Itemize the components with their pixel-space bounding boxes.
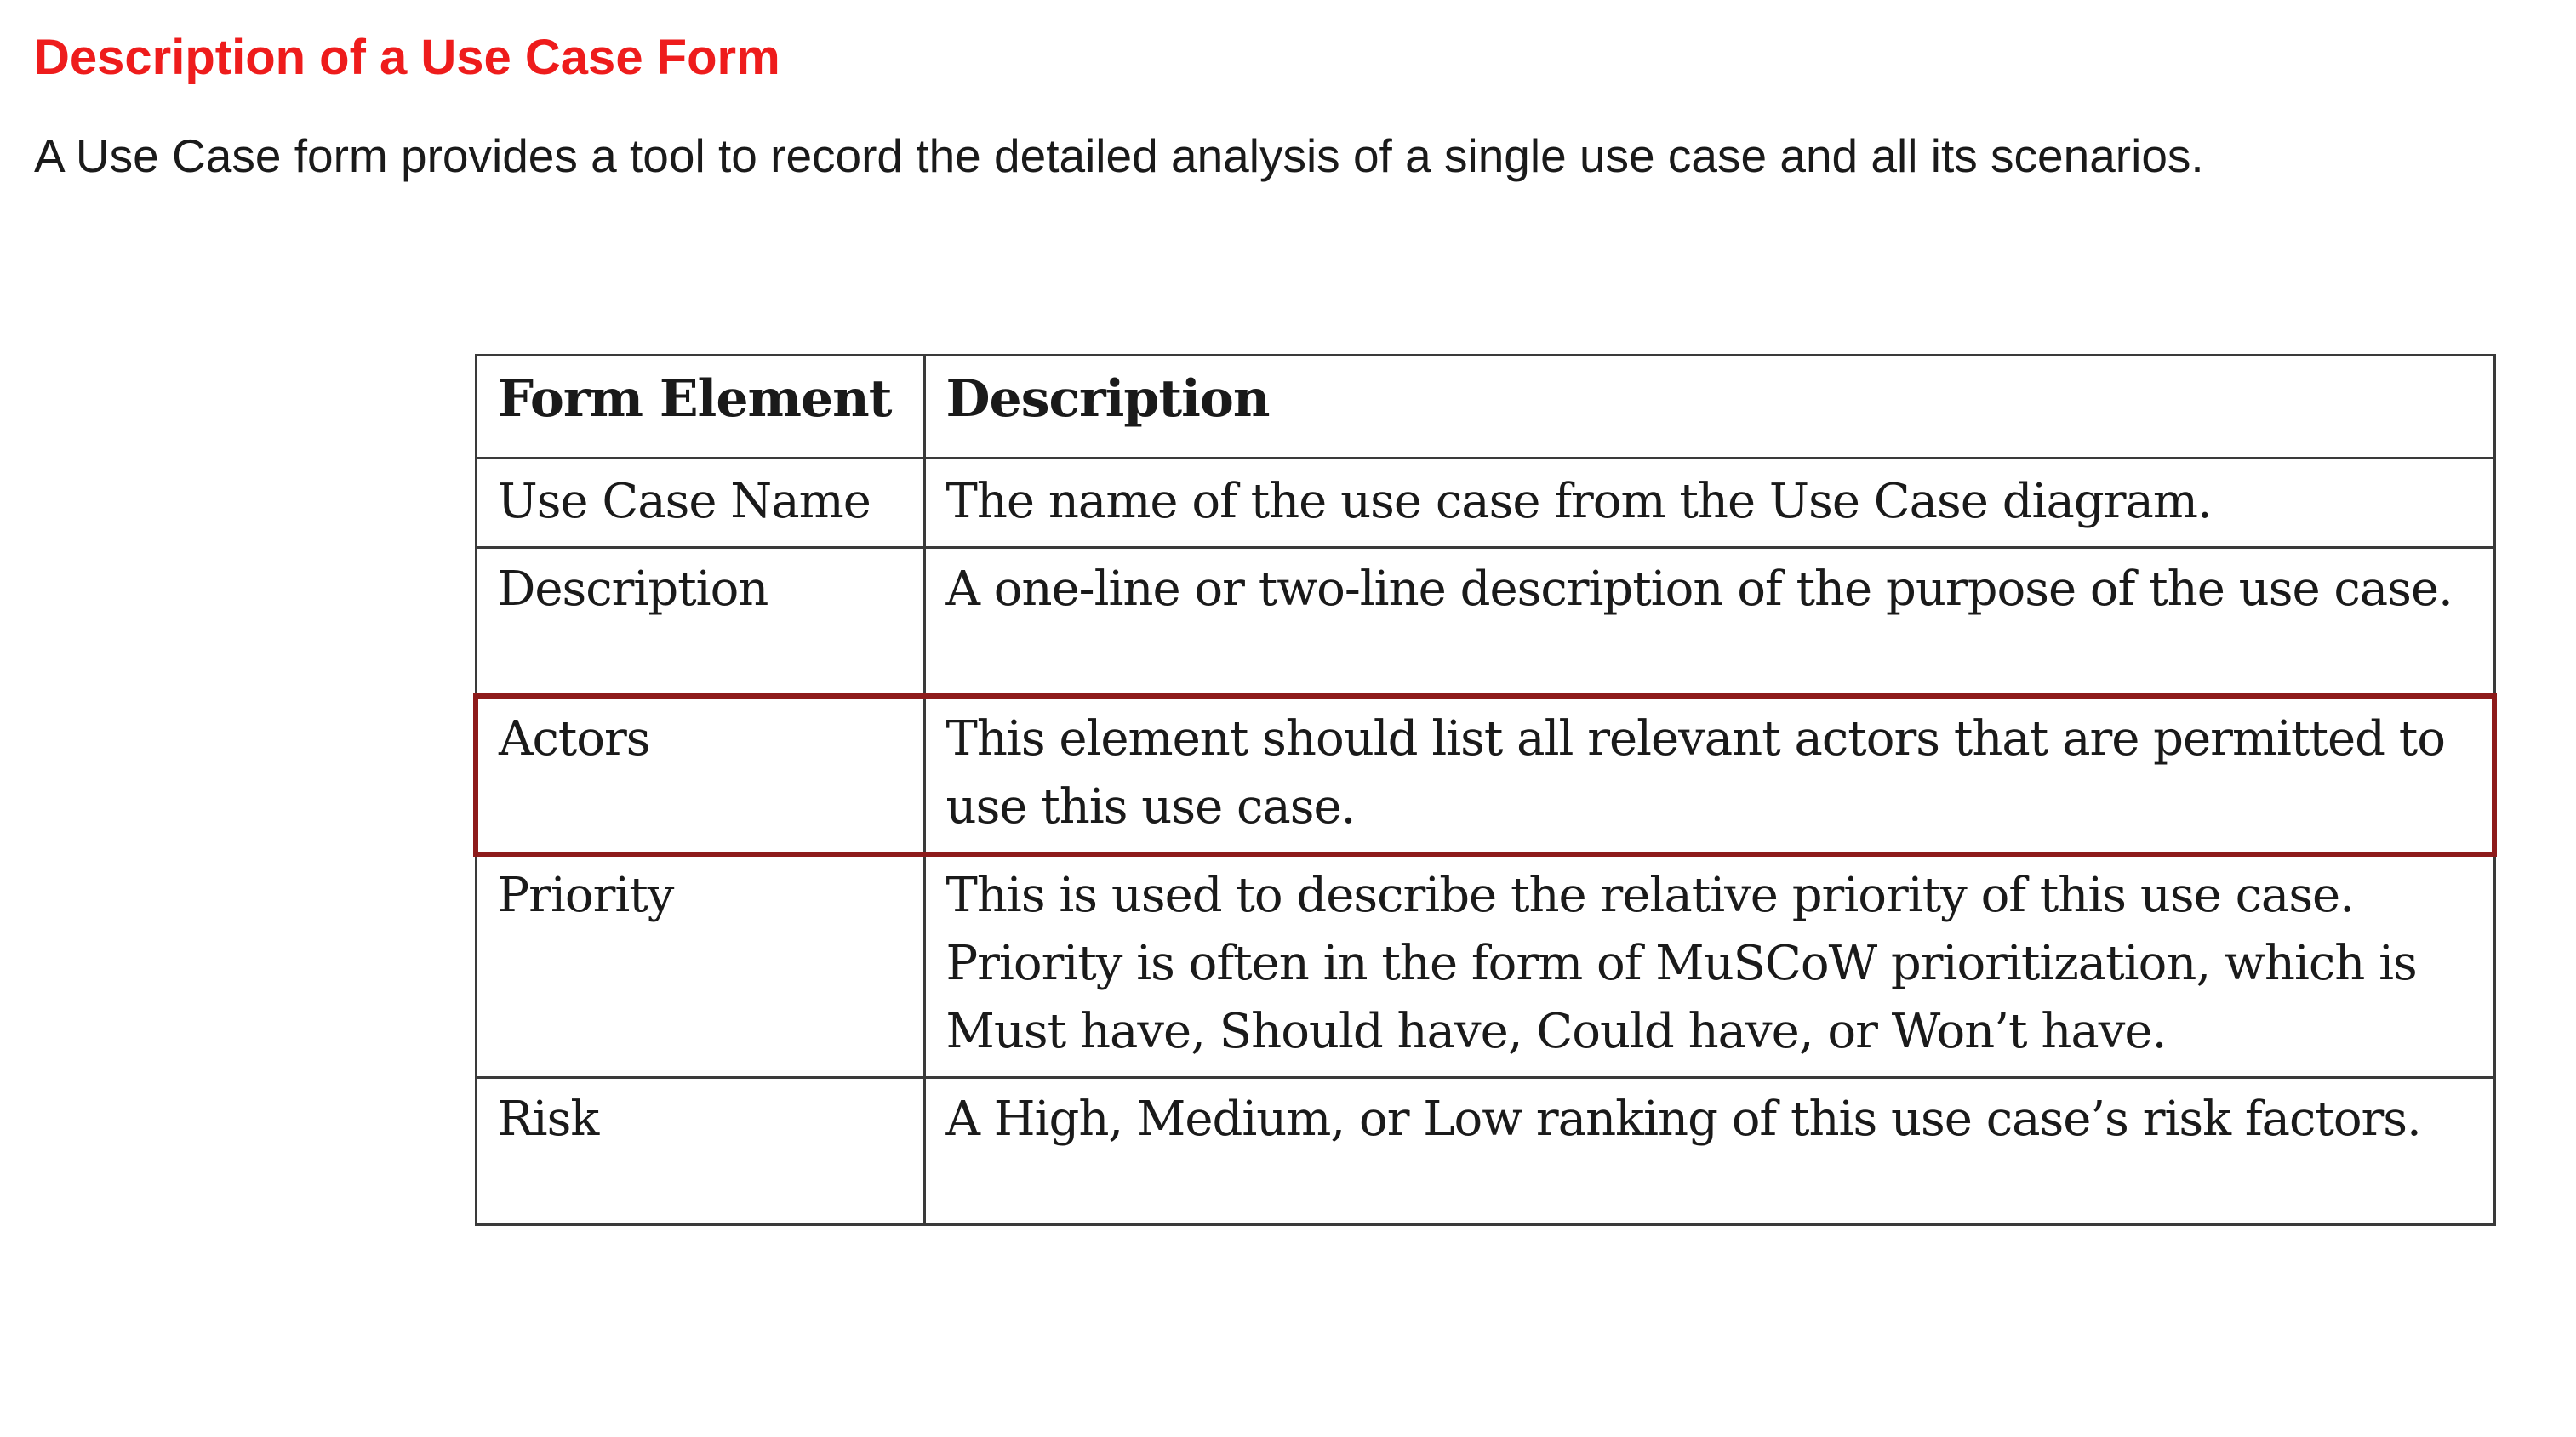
table-row-highlighted: Actors This element should list all rele… xyxy=(473,693,2497,857)
column-header-form-element: Form Element xyxy=(474,354,926,459)
form-element-cell: Use Case Name xyxy=(474,457,926,549)
description-cell: This is used to describe the relative pr… xyxy=(922,853,2496,1079)
description-cell: A High, Medium, or Low ranking of this u… xyxy=(922,1076,2496,1226)
table-row: Description A one-line or two-line descr… xyxy=(474,546,2496,698)
use-case-form-table: Form Element Description Use Case Name T… xyxy=(473,354,2497,1226)
table-header-row: Form Element Description xyxy=(474,354,2496,459)
description-cell: This element should list all relevant ac… xyxy=(922,693,2497,857)
column-header-description: Description xyxy=(922,354,2496,459)
form-element-cell: Description xyxy=(474,546,926,698)
form-element-cell: Risk xyxy=(474,1076,926,1226)
table-row: Use Case Name The name of the use case f… xyxy=(474,457,2496,549)
form-element-cell: Actors xyxy=(473,693,926,857)
form-elements-table: Form Element Description Use Case Name T… xyxy=(473,354,2497,1226)
description-cell: A one-line or two-line description of th… xyxy=(922,546,2496,698)
table-row: Risk A High, Medium, or Low ranking of t… xyxy=(474,1076,2496,1226)
description-cell: The name of the use case from the Use Ca… xyxy=(922,457,2496,549)
form-element-cell: Priority xyxy=(474,853,926,1079)
intro-paragraph: A Use Case form provides a tool to recor… xyxy=(34,129,2204,182)
table-row: Priority This is used to describe the re… xyxy=(474,853,2496,1079)
page-title: Description of a Use Case Form xyxy=(34,30,780,85)
